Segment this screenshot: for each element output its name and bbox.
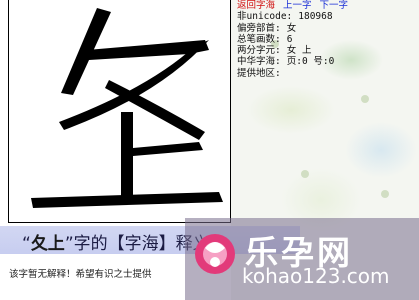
definition-title: “夂上”字的【字海】释义 [22, 229, 210, 254]
watermark-url: kohao123.com [242, 264, 390, 288]
info-value: 女 上 [286, 45, 312, 57]
info-value: 180968 [298, 11, 333, 23]
next-char-link[interactable]: 下一字 [320, 0, 349, 11]
open-quote: “ [22, 234, 31, 254]
prev-char-link[interactable]: 上一字 [283, 0, 312, 11]
nav-links: 返回字海 上一字 下一字 [237, 0, 417, 11]
unicode-row: 非unicode: 180968 [237, 11, 417, 22]
info-value: 6 [286, 33, 293, 45]
info-label: 总笔画数: [237, 33, 281, 45]
info-label: 提供地区: [237, 67, 281, 79]
info-value: 页:0 号:0 [286, 56, 335, 68]
watermark-logo-icon [195, 234, 235, 274]
radical-row: 偏旁部首: 女 [237, 23, 417, 34]
glyph-display [8, 0, 231, 223]
info-label: 非unicode: [237, 11, 293, 23]
character-glyph-image [31, 8, 223, 208]
zihai-ref-row: 中华字海: 页:0 号:0 [237, 56, 417, 67]
stroke-count-row: 总笔画数: 6 [237, 34, 417, 45]
components-row: 两分字元: 女 上 [237, 45, 417, 56]
info-label: 中华字海: [237, 56, 281, 68]
info-value: 女 [286, 22, 297, 34]
info-label: 偏旁部首: [237, 22, 281, 34]
back-link[interactable]: 返回字海 [237, 0, 275, 11]
no-definition-note: 该字暂无解释！希望有识之士提供 [9, 269, 152, 280]
region-row: 提供地区: [237, 68, 417, 79]
info-label: 两分字元: [237, 45, 281, 57]
title-char: 夂上 [30, 234, 65, 254]
close-quote: ” [64, 234, 74, 254]
character-info-panel: 返回字海 上一字 下一字 非unicode: 180968 偏旁部首: 女 总笔… [237, 0, 417, 79]
